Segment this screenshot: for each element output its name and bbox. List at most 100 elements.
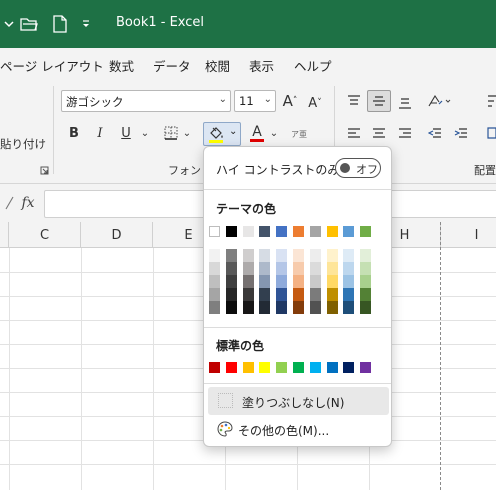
column-header-c[interactable]: C [9, 222, 81, 248]
theme-shade-swatch[interactable] [309, 301, 321, 314]
theme-shade-swatch[interactable] [326, 275, 338, 288]
theme-shade-swatch[interactable] [326, 262, 338, 275]
tab-data[interactable]: データ [153, 56, 191, 75]
theme-shade-swatch[interactable] [326, 249, 338, 262]
clipboard-launcher-icon[interactable] [38, 164, 50, 176]
align-bottom-icon[interactable] [394, 92, 416, 114]
theme-color-swatch[interactable] [225, 226, 237, 237]
theme-shade-swatch[interactable] [326, 288, 338, 301]
theme-shade-swatch[interactable] [360, 301, 372, 314]
theme-color-swatch[interactable] [360, 226, 372, 237]
theme-shade-swatch[interactable] [225, 249, 237, 262]
theme-shade-swatch[interactable] [360, 275, 372, 288]
theme-shade-swatch[interactable] [242, 288, 254, 301]
standard-color-swatch[interactable] [225, 362, 237, 373]
wrap-text-icon[interactable] [486, 90, 496, 112]
theme-shade-swatch[interactable] [242, 301, 254, 314]
theme-shade-swatch[interactable] [209, 301, 220, 314]
new-file-icon[interactable] [50, 14, 70, 34]
theme-shade-swatch[interactable] [276, 288, 288, 301]
theme-shade-swatch[interactable] [259, 301, 271, 314]
merge-center-icon[interactable] [486, 122, 496, 144]
standard-color-swatch[interactable] [309, 362, 321, 373]
theme-shade-swatch[interactable] [209, 249, 220, 262]
theme-shade-swatch[interactable] [343, 301, 355, 314]
insert-function-button[interactable]: fx [18, 193, 38, 213]
theme-color-swatch[interactable] [209, 226, 220, 237]
theme-shade-swatch[interactable] [259, 262, 271, 275]
bold-button[interactable]: B [64, 122, 84, 144]
theme-shade-swatch[interactable] [225, 262, 237, 275]
theme-shade-swatch[interactable] [360, 249, 372, 262]
standard-color-swatch[interactable] [293, 362, 304, 373]
align-center-icon[interactable] [368, 122, 390, 144]
theme-shade-swatch[interactable] [225, 275, 237, 288]
font-color-button[interactable]: A [246, 122, 268, 144]
theme-shade-swatch[interactable] [293, 275, 304, 288]
theme-shade-swatch[interactable] [293, 301, 304, 314]
column-header-d[interactable]: D [81, 222, 153, 248]
theme-shade-swatch[interactable] [209, 275, 220, 288]
theme-shade-swatch[interactable] [276, 249, 288, 262]
decrease-indent-icon[interactable] [424, 122, 446, 144]
theme-shade-swatch[interactable] [259, 249, 271, 262]
theme-shade-swatch[interactable] [309, 288, 321, 301]
theme-shade-swatch[interactable] [293, 288, 304, 301]
font-name-combo[interactable]: 游ゴシック ⌄ [61, 90, 231, 112]
theme-shade-swatch[interactable] [326, 301, 338, 314]
theme-shade-swatch[interactable] [209, 262, 220, 275]
theme-color-swatch[interactable] [293, 226, 304, 237]
tab-formulas[interactable]: 数式 [109, 56, 134, 75]
theme-shade-swatch[interactable] [309, 262, 321, 275]
theme-color-swatch[interactable] [326, 226, 338, 237]
align-left-icon[interactable] [343, 122, 365, 144]
standard-color-swatch[interactable] [276, 362, 288, 373]
theme-shade-swatch[interactable] [276, 262, 288, 275]
theme-shade-swatch[interactable] [209, 288, 220, 301]
shrink-font-button[interactable]: A ˅ [305, 92, 325, 114]
theme-color-swatch[interactable] [343, 226, 355, 237]
align-middle-icon[interactable] [367, 90, 391, 112]
theme-shade-swatch[interactable] [293, 249, 304, 262]
theme-shade-swatch[interactable] [242, 262, 254, 275]
theme-shade-swatch[interactable] [343, 249, 355, 262]
theme-color-swatch[interactable] [276, 226, 288, 237]
theme-shade-swatch[interactable] [343, 288, 355, 301]
column-header[interactable] [0, 222, 9, 248]
cancel-entry-icon[interactable] [2, 194, 16, 212]
fill-color-button[interactable]: ⌄ [203, 122, 241, 146]
theme-shade-swatch[interactable] [276, 301, 288, 314]
theme-color-swatch[interactable] [242, 226, 254, 237]
standard-color-swatch[interactable] [326, 362, 338, 373]
standard-color-swatch[interactable] [259, 362, 271, 373]
theme-shade-swatch[interactable] [242, 249, 254, 262]
tab-review[interactable]: 校閲 [205, 56, 230, 75]
more-colors-menu-item[interactable]: その他の色(M)... [208, 415, 389, 443]
font-size-combo[interactable]: 11 ⌄ [234, 90, 276, 112]
high-contrast-toggle[interactable]: オフ [335, 158, 381, 178]
chevron-down-icon[interactable]: ⌄ [268, 124, 280, 142]
theme-shade-swatch[interactable] [360, 288, 372, 301]
underline-button[interactable]: U [116, 122, 136, 144]
theme-shade-swatch[interactable] [343, 262, 355, 275]
theme-shade-swatch[interactable] [225, 288, 237, 301]
chevron-down-icon[interactable] [2, 14, 16, 34]
standard-color-swatch[interactable] [343, 362, 355, 373]
align-right-icon[interactable] [394, 122, 416, 144]
standard-color-swatch[interactable] [242, 362, 254, 373]
grow-font-button[interactable]: A ˄ [280, 90, 300, 112]
theme-shade-swatch[interactable] [259, 288, 271, 301]
italic-button[interactable]: I [90, 122, 110, 144]
phonetic-guide-button[interactable]: ア亜 [290, 122, 308, 146]
theme-shade-swatch[interactable] [360, 262, 372, 275]
theme-color-swatch[interactable] [259, 226, 271, 237]
theme-shade-swatch[interactable] [343, 275, 355, 288]
orientation-icon[interactable] [424, 90, 454, 112]
column-header-i[interactable]: I [441, 222, 496, 248]
no-fill-menu-item[interactable]: 塗りつぶしなし(N) [208, 387, 389, 415]
theme-shade-swatch[interactable] [242, 275, 254, 288]
paste-button[interactable]: 貼り付け [0, 136, 46, 152]
borders-icon[interactable] [160, 122, 182, 144]
theme-shade-swatch[interactable] [225, 301, 237, 314]
theme-shade-swatch[interactable] [276, 275, 288, 288]
